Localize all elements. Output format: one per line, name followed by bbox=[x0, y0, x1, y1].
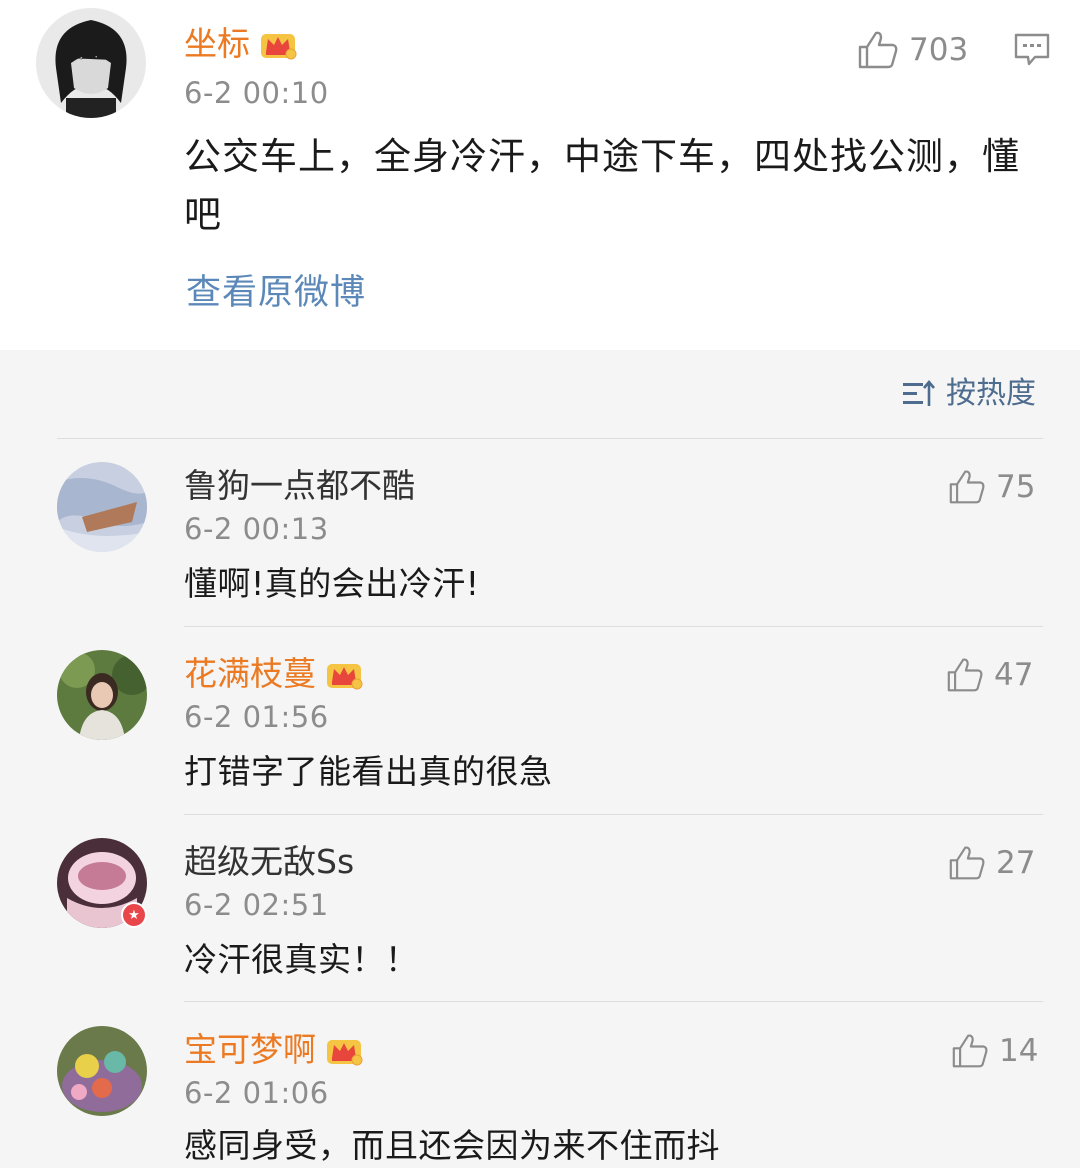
commenter-avatar[interactable] bbox=[57, 650, 147, 740]
thumbs-up-icon bbox=[947, 658, 983, 692]
comment-divider bbox=[184, 626, 1043, 627]
post-like-button[interactable]: 703 bbox=[857, 30, 968, 70]
comment-like-button[interactable]: 75 bbox=[948, 469, 1035, 505]
comment-like-count: 47 bbox=[994, 657, 1034, 693]
comment-divider bbox=[184, 814, 1043, 815]
view-original-link[interactable]: 查看原微博 bbox=[186, 270, 366, 316]
comment-like-button[interactable]: 47 bbox=[946, 657, 1033, 693]
comment-text: 懂啊!真的会出冷汗! bbox=[184, 564, 480, 603]
comment-text: 打错字了能看出真的很急 bbox=[184, 752, 553, 791]
verified-badge-icon: ★ bbox=[121, 902, 147, 928]
sort-by-hot-button[interactable]: 按热度 bbox=[902, 374, 1036, 414]
thumbs-up-icon bbox=[858, 31, 898, 69]
sort-icon bbox=[903, 379, 935, 406]
comment-like-count: 75 bbox=[996, 469, 1036, 505]
sort-divider bbox=[57, 438, 1043, 439]
thumbs-up-icon bbox=[949, 470, 985, 504]
post-text: 公交车上，全身冷汗，中途下车，四处找公测，懂吧 bbox=[184, 135, 1020, 236]
comment-divider bbox=[184, 1001, 1043, 1002]
comment-like-count: 27 bbox=[996, 845, 1036, 881]
post-author-avatar[interactable] bbox=[36, 8, 146, 118]
comment-like-button[interactable]: 14 bbox=[951, 1033, 1038, 1069]
comment-time: 6-2 02:51 bbox=[184, 888, 329, 922]
comment-time: 6-2 01:06 bbox=[184, 1076, 329, 1110]
post-time: 6-2 00:10 bbox=[184, 76, 329, 110]
comment-like-count: 14 bbox=[999, 1033, 1039, 1069]
comment-time: 6-2 01:56 bbox=[184, 700, 329, 734]
post-author-name[interactable]: 坐标 bbox=[184, 24, 250, 64]
sort-label: 按热度 bbox=[946, 376, 1036, 411]
comment-text: 感同身受，而且还会因为来不住而抖 bbox=[184, 1126, 720, 1165]
thumbs-up-icon bbox=[949, 846, 985, 880]
comment-icon[interactable] bbox=[1013, 32, 1051, 68]
commenter-name[interactable]: 超级无敌Ss bbox=[184, 842, 354, 882]
comment-like-button[interactable]: 27 bbox=[948, 845, 1035, 881]
commenter-name[interactable]: 宝可梦啊 bbox=[184, 1030, 316, 1070]
post-like-count: 703 bbox=[909, 32, 969, 68]
commenter-avatar[interactable] bbox=[57, 462, 147, 552]
original-post: 坐标 6-2 00:10 703 公交车上，全身冷汗，中途下车，四处找公测，懂吧… bbox=[0, 0, 1080, 350]
commenter-name[interactable]: 花满枝蔓 bbox=[184, 654, 316, 694]
commenter-name[interactable]: 鲁狗一点都不酷 bbox=[184, 466, 415, 506]
thumbs-up-icon bbox=[952, 1034, 988, 1068]
crown-badge-icon bbox=[327, 1040, 363, 1066]
comment-time: 6-2 00:13 bbox=[184, 512, 329, 546]
crown-badge-icon bbox=[261, 34, 297, 60]
crown-badge-icon bbox=[327, 664, 363, 690]
commenter-avatar[interactable] bbox=[57, 1026, 147, 1116]
comment-text: 冷汗很真实！！ bbox=[184, 940, 419, 979]
